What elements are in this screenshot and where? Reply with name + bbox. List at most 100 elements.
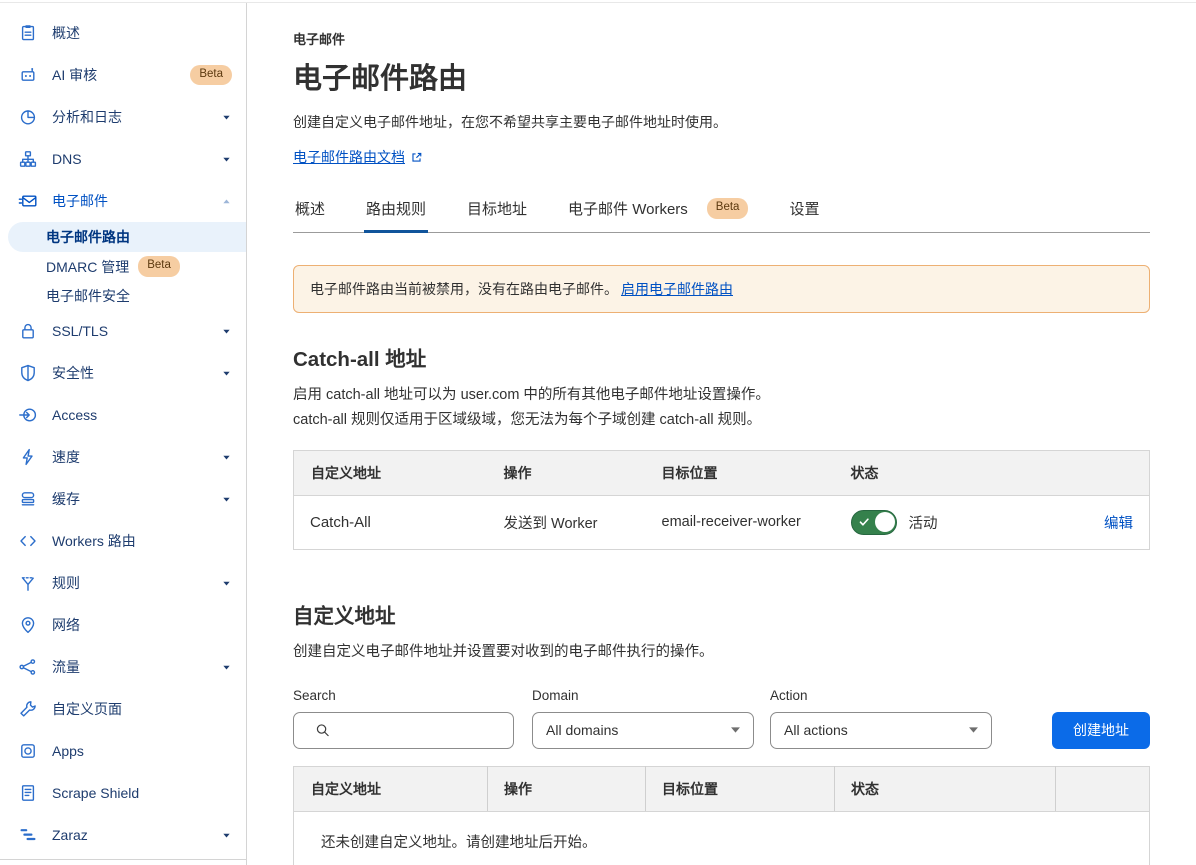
column-header [1056,766,1150,811]
chevron-down-icon [730,726,741,734]
sidebar-item-apps[interactable]: Apps [0,730,246,772]
doc-link-label: 电子邮件路由文档 [293,147,405,167]
sidebar-item-cache[interactable]: 缓存 [0,478,246,520]
sidebar-subitem-label: 电子邮件安全 [46,286,130,306]
empty-state-text: 还未创建自定义地址。请创建地址后开始。 [294,811,1150,865]
doc-link[interactable]: 电子邮件路由文档 [293,147,423,167]
sidebar-item-label: Workers 路由 [52,531,232,551]
page-description: 创建自定义电子邮件地址，在您不希望共享主要电子邮件地址时使用。 [293,112,1150,132]
sidebar-item-rules[interactable]: 规则 [0,562,246,604]
custom-address-table: 自定义地址操作目标位置状态 还未创建自定义地址。请创建地址后开始。 [293,766,1150,865]
sidebar-item-analytics-logs[interactable]: 分析和日志 [0,96,246,138]
speed-icon [18,447,38,467]
cache-icon [18,489,38,509]
sidebar-item-label: 电子邮件 [52,191,213,211]
dns-icon [18,149,38,169]
sidebar-subitem-email-routing[interactable]: 电子邮件路由 [8,222,246,252]
chevron-down-icon [221,452,232,463]
cell-edit: 编辑 [1056,495,1150,549]
sidebar-item-ai-audit[interactable]: AI 审核Beta [0,54,246,96]
status-toggle[interactable] [851,510,897,535]
tab-overview[interactable]: 概述 [293,198,327,232]
sidebar-item-label: DNS [52,151,213,167]
tab-label: 目标地址 [467,198,527,219]
sidebar-item-label: 自定义页面 [52,699,232,719]
catchall-section-title: Catch-all 地址 [293,342,1150,372]
sidebar-item-workers-routes[interactable]: Workers 路由 [0,520,246,562]
email-icon [18,191,38,211]
sidebar-item-label: 安全性 [52,363,213,383]
sidebar-item-network[interactable]: 网络 [0,604,246,646]
chevron-down-icon [221,154,232,165]
column-header: 操作 [488,450,646,495]
sidebar-subitem-label: 电子邮件路由 [46,227,130,247]
sidebar-item-access[interactable]: Access [0,394,246,436]
sidebar-divider [0,859,246,860]
column-header: 状态 [835,450,1056,495]
enable-routing-link[interactable]: 启用电子邮件路由 [621,281,733,297]
column-header: 自定义地址 [294,450,488,495]
domain-select-value: All domains [546,722,618,738]
create-address-button[interactable]: 创建地址 [1052,712,1150,749]
tab-routing-rules[interactable]: 路由规则 [364,198,428,232]
network-icon [18,615,38,635]
sidebar-item-overview[interactable]: 概述 [0,12,246,54]
action-field: Action All actions [770,688,992,749]
sidebar-item-label: Access [52,407,232,423]
apps-icon [18,741,38,761]
edit-link[interactable]: 编辑 [1104,516,1133,532]
cell-action: 发送到 Worker [488,495,646,549]
sidebar-subitem-email-security[interactable]: 电子邮件安全 [0,281,246,310]
tab-label: 路由规则 [366,198,426,219]
app-window: 概述AI 审核Beta分析和日志DNS电子邮件电子邮件路由DMARC 管理Bet… [0,3,1196,865]
column-header: 状态 [835,766,1056,811]
domain-label: Domain [532,688,754,703]
sidebar-item-email[interactable]: 电子邮件 [0,180,246,222]
sidebar-item-ssl-tls[interactable]: SSL/TLS [0,310,246,352]
cell-status: 活动 [835,495,1056,549]
sidebar-item-speed[interactable]: 速度 [0,436,246,478]
sidebar-item-label: 分析和日志 [52,107,213,127]
ai-audit-icon [18,65,38,85]
empty-state-row: 还未创建自定义地址。请创建地址后开始。 [294,811,1150,865]
cell-destination: email-receiver-worker [646,495,835,549]
status-label: 活动 [909,512,938,533]
sidebar-item-label: 网络 [52,615,232,635]
sidebar-subitem-dmarc-management[interactable]: DMARC 管理 Beta [0,252,246,281]
rules-icon [18,573,38,593]
sidebar-item-label: 流量 [52,657,213,677]
sidebar-subitem-label: DMARC 管理 [46,257,129,277]
sidebar-item-label: Zaraz [52,827,213,843]
sidebar-item-label: Scrape Shield [52,785,232,801]
filters-bar: Search Domain All domains Action [293,688,1150,749]
sidebar-item-traffic[interactable]: 流量 [0,646,246,688]
tab-settings[interactable]: 设置 [787,198,821,232]
chevron-down-icon [221,578,232,589]
sidebar-item-label: SSL/TLS [52,323,213,339]
catchall-description-line2: catch-all 规则仅适用于区域级域，您无法为每个子域创建 catch-al… [293,408,1150,433]
chevron-down-icon [221,368,232,379]
chevron-down-icon [221,326,232,337]
sidebar-item-security[interactable]: 安全性 [0,352,246,394]
action-label: Action [770,688,992,703]
chevron-down-icon [968,726,979,734]
tab-destination-addresses[interactable]: 目标地址 [465,198,529,232]
domain-field: Domain All domains [532,688,754,749]
sidebar-item-dns[interactable]: DNS [0,138,246,180]
tab-label: 概述 [295,198,325,219]
column-header [1056,450,1150,495]
sidebar-item-zaraz[interactable]: Zaraz [0,814,246,856]
catchall-table-header: 自定义地址操作目标位置状态 [294,450,1150,495]
catchall-table-row: Catch-All 发送到 Worker email-receiver-work… [294,495,1150,549]
chevron-down-icon [221,662,232,673]
tab-email-workers[interactable]: 电子邮件 WorkersBeta [566,198,750,232]
sidebar-item-custom-pages[interactable]: 自定义页面 [0,688,246,730]
column-header: 自定义地址 [294,766,488,811]
traffic-icon [18,657,38,677]
domain-select[interactable]: All domains [532,712,754,749]
beta-badge: Beta [138,256,180,277]
catchall-description-line1: 启用 catch-all 地址可以为 user.com 中的所有其他电子邮件地址… [293,383,1150,408]
sidebar-item-label: 速度 [52,447,213,467]
action-select[interactable]: All actions [770,712,992,749]
sidebar-item-scrape-shield[interactable]: Scrape Shield [0,772,246,814]
